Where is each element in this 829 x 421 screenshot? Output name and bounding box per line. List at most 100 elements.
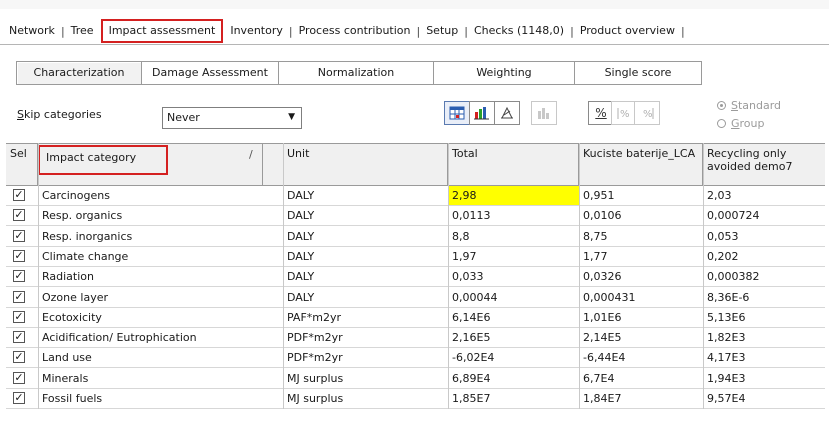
header-kuciste-baterije[interactable]: Kuciste baterije_LCA [579,144,703,185]
cell-kuciste-baterije: 1,84E7 [583,392,622,405]
cell-total: 0,033 [452,270,484,284]
cell-recycling-avoided: 0,202 [707,249,739,263]
radio-standard[interactable]: Standard [717,99,781,112]
table-icon [449,106,465,120]
cell-unit: PAF*m2yr [287,310,342,324]
cell-unit: DALY [287,249,315,263]
skip-categories-select[interactable]: Never ▼ [162,107,302,129]
scale-chart-button[interactable] [494,101,520,125]
header-total[interactable]: Total [448,144,579,185]
cell-kuciste-baterije: 0,0106 [583,209,622,223]
cell-kuciste-baterije: 1,01E6 [583,310,622,324]
subtab-damage-assessment[interactable]: Damage Assessment [142,61,279,85]
skip-categories-label: Skip categories [17,108,102,121]
percent-down-button[interactable]: % [634,101,660,125]
cell-unit: MJ surplus [287,371,344,385]
table-view-button[interactable] [444,101,470,125]
tab-process-contribution[interactable]: Process contribution [294,22,416,40]
select-checkbox[interactable]: ✓ [13,351,25,364]
header-unit[interactable]: Unit [283,144,448,185]
cell-kuciste-baterije: 0,951 [583,189,615,202]
sort-indicator-icon: / [249,148,253,161]
subtab-weighting[interactable]: Weighting [434,61,575,85]
cell-kuciste-baterije: 0,000431 [583,290,636,304]
cell-kuciste-baterije: 1,77 [583,249,608,263]
percent-up-icon: % [617,108,630,120]
header-recycling-avoided[interactable]: Recycling only avoided demo7 [703,144,825,185]
radio-group-label: Group [731,117,765,130]
select-checkbox[interactable]: ✓ [13,331,25,344]
tab-checks[interactable]: Checks (1148,0) [469,22,569,40]
cell-total: 8,8 [452,229,470,243]
cell-impact-category: Resp. organics [42,209,123,223]
select-checkbox[interactable]: ✓ [13,290,25,303]
radio-group-icon [717,119,726,128]
select-checkbox[interactable]: ✓ [13,209,25,222]
subtab-normalization[interactable]: Normalization [279,61,434,85]
stacked-chart-icon [538,108,549,119]
radio-group[interactable]: Group [717,117,765,130]
column-gridline [448,143,449,410]
main-tab-bar: Network | Tree Impact assessment Invento… [4,19,686,43]
cell-unit: PDF*m2yr [287,351,343,365]
radio-standard-label: Standard [731,99,782,112]
cell-unit: PDF*m2yr [287,331,343,345]
cell-kuciste-baterije: 2,14E5 [583,331,622,345]
header-impact-category[interactable]: Impact category [38,145,168,175]
tab-separator: | [680,24,685,38]
column-divider [262,144,263,185]
svg-text:%: % [620,109,630,120]
cell-total: 1,97 [452,249,477,263]
select-checkbox[interactable]: ✓ [13,189,25,201]
cell-total: 1,85E7 [452,392,491,405]
cell-kuciste-baterije: -6,44E4 [583,351,626,365]
select-checkbox[interactable]: ✓ [13,249,25,262]
stacked-chart-button[interactable] [531,101,557,125]
cell-impact-category: Land use [42,351,92,365]
cell-total: 2,98 [448,186,579,205]
cell-total: -6,02E4 [452,351,495,365]
cell-impact-category: Resp. inorganics [42,229,133,243]
select-checkbox[interactable]: ✓ [13,310,25,323]
select-checkbox[interactable]: ✓ [13,371,25,384]
cell-recycling-avoided: 8,36E-6 [707,290,750,304]
sub-tab-bar: Characterization Damage Assessment Norma… [16,61,702,85]
cell-unit: DALY [287,209,315,223]
tab-setup[interactable]: Setup [421,22,463,40]
tab-product-overview[interactable]: Product overview [575,22,680,40]
tab-impact-assessment[interactable]: Impact assessment [100,19,224,43]
cell-total: 0,00044 [452,290,498,304]
tab-bar-divider [0,44,829,45]
cell-unit: DALY [287,229,315,243]
svg-text:%: % [643,109,653,120]
select-checkbox[interactable]: ✓ [13,270,25,283]
cell-recycling-avoided: 1,82E3 [707,331,746,345]
cell-impact-category: Ecotoxicity [42,310,102,324]
select-checkbox[interactable]: ✓ [13,229,25,242]
bar-chart-icon [474,107,489,120]
cell-unit: DALY [287,189,315,202]
subtab-characterization[interactable]: Characterization [16,61,142,85]
cell-total: 0,0113 [452,209,491,223]
cell-kuciste-baterije: 8,75 [583,229,608,243]
column-gridline [38,143,39,410]
percent-icon: % [595,106,607,120]
chevron-down-icon[interactable]: ▼ [288,112,295,122]
cell-impact-category: Climate change [42,249,129,263]
cell-total: 6,89E4 [452,371,491,385]
column-gridline [703,143,704,410]
cell-impact-category: Carcinogens [42,189,110,202]
bar-chart-view-button[interactable] [469,101,495,125]
header-sel[interactable]: Sel [6,144,38,185]
select-checkbox[interactable]: ✓ [13,392,25,404]
subtab-single-score[interactable]: Single score [575,61,702,85]
tab-inventory[interactable]: Inventory [225,22,288,40]
column-gridline [579,143,580,410]
cell-recycling-avoided: 1,94E3 [707,371,746,385]
tab-network[interactable]: Network [4,22,60,40]
cell-impact-category: Minerals [42,371,89,385]
cell-impact-category: Radiation [42,270,94,284]
cell-kuciste-baterije: 0,0326 [583,270,622,284]
cell-recycling-avoided: 0,053 [707,229,739,243]
tab-tree[interactable]: Tree [66,22,99,40]
